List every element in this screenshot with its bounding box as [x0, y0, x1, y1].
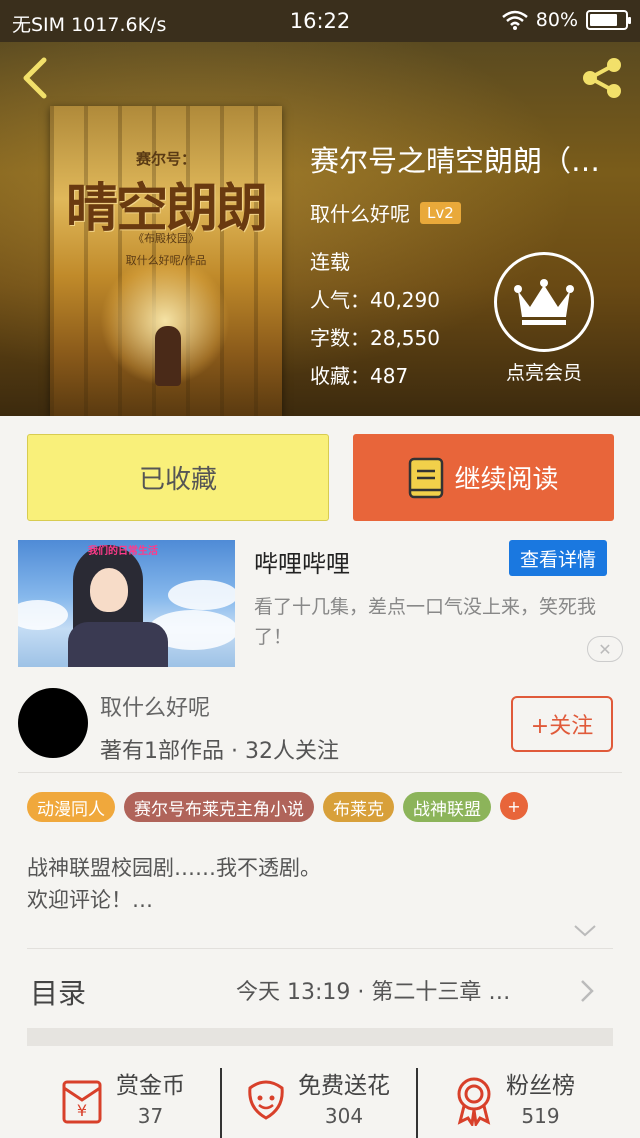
book-header: 赛尔号： 晴空朗朗 《布殿校园》 取什么好呢/作品 赛尔号之晴空朗朗（… 取什么… [0, 42, 640, 416]
red-envelope-icon: ¥ [62, 1080, 102, 1124]
send-flowers-button[interactable]: 免费送花 304 [240, 1066, 390, 1138]
reward-label: 赏金币 [116, 1073, 185, 1099]
book-author[interactable]: 取什么好呢 [310, 198, 410, 227]
fans-ranking-button[interactable]: 粉丝榜 519 [448, 1066, 575, 1138]
battery-percent: 80% [535, 9, 578, 31]
tag-item[interactable]: 布莱克 [323, 792, 394, 822]
section-separator [27, 1028, 613, 1046]
toc-label[interactable]: 目录 [30, 972, 86, 1012]
divider [18, 772, 622, 773]
chevron-right-icon[interactable] [578, 978, 596, 1004]
tag-item[interactable]: 赛尔号布莱克主角小说 [124, 792, 314, 822]
medal-icon [457, 1077, 491, 1126]
book-favorites: 收藏：487 [310, 364, 409, 388]
book-cover[interactable]: 赛尔号： 晴空朗朗 《布殿校园》 取什么好呢/作品 [50, 106, 282, 416]
author-level-badge: Lv2 [420, 201, 461, 224]
ad-description: 看了十几集，差点一口气没上来，笑死我了！ [254, 596, 597, 648]
reward-coins-button[interactable]: ¥ 赏金币 37 [58, 1066, 185, 1138]
expand-chevron-icon[interactable] [572, 920, 598, 940]
divider [416, 1068, 418, 1138]
cover-girl-figure [155, 326, 181, 386]
book-icon [409, 457, 444, 498]
ad-title[interactable]: 哔哩哔哩 [254, 544, 350, 579]
ad-image-caption: 我们的日常生活 [88, 546, 158, 557]
book-author-row: 取什么好呢 Lv2 [310, 198, 461, 227]
intro-line-1: 战神联盟校园剧……我不透剧。 [27, 856, 321, 880]
ad-image[interactable]: 我们的日常生活 [18, 540, 235, 667]
book-status: 连载 [310, 250, 350, 274]
tag-item[interactable]: 动漫同人 [27, 792, 115, 822]
fans-label: 粉丝榜 [506, 1073, 575, 1099]
svg-text:¥: ¥ [77, 1101, 87, 1120]
battery-icon [586, 10, 631, 30]
author-avatar[interactable] [18, 688, 88, 758]
continue-reading-label: 继续阅读 [454, 465, 559, 495]
wifi-icon [501, 10, 528, 30]
reward-value: 37 [137, 1104, 164, 1128]
member-label: 点亮会员 [505, 362, 582, 384]
ad-detail-button[interactable]: 查看详情 [509, 540, 607, 576]
divider [27, 948, 613, 949]
tag-item[interactable]: 战神联盟 [403, 792, 491, 822]
follow-button[interactable]: +关注 [511, 696, 613, 752]
flower-icon [248, 1080, 284, 1120]
book-title: 赛尔号之晴空朗朗（… [310, 144, 601, 178]
continue-reading-button[interactable]: 继续阅读 [353, 434, 614, 521]
toc-latest-chapter[interactable]: 今天 13:19 · 第二十三章 … [236, 974, 510, 1006]
add-tag-button[interactable]: + [500, 792, 528, 820]
ad-close-icon[interactable]: ✕ [587, 636, 623, 662]
crown-icon [514, 279, 574, 325]
flowers-value: 304 [324, 1104, 364, 1128]
favorited-button[interactable]: 已收藏 [27, 434, 329, 521]
share-icon[interactable] [578, 56, 626, 100]
fans-value: 519 [521, 1104, 560, 1128]
flowers-label: 免费送花 [298, 1073, 390, 1099]
intro-line-2: 欢迎评论！… [27, 888, 153, 912]
member-button[interactable]: 点亮会员 [494, 252, 594, 385]
tag-list: 动漫同人 赛尔号布莱克主角小说 布莱克 战神联盟 + [27, 792, 528, 822]
cover-subtitle: 《布殿校园》 [133, 232, 199, 245]
divider [220, 1068, 222, 1138]
book-popularity: 人气：40,290 [310, 288, 440, 312]
book-intro[interactable]: 战神联盟校园剧……我不透剧。 欢迎评论！… [27, 852, 321, 916]
book-word-count: 字数：28,550 [310, 326, 440, 350]
cover-byline: 取什么好呢/作品 [125, 254, 207, 267]
status-bar: 无SIM 1017.6K/s 16:22 80% [0, 0, 640, 42]
back-arrow-icon[interactable] [18, 56, 58, 100]
author-stats: 著有1部作品 · 32人关注 [100, 739, 339, 764]
status-right: 80% [501, 9, 631, 31]
author-name[interactable]: 取什么好呢 [100, 690, 210, 722]
